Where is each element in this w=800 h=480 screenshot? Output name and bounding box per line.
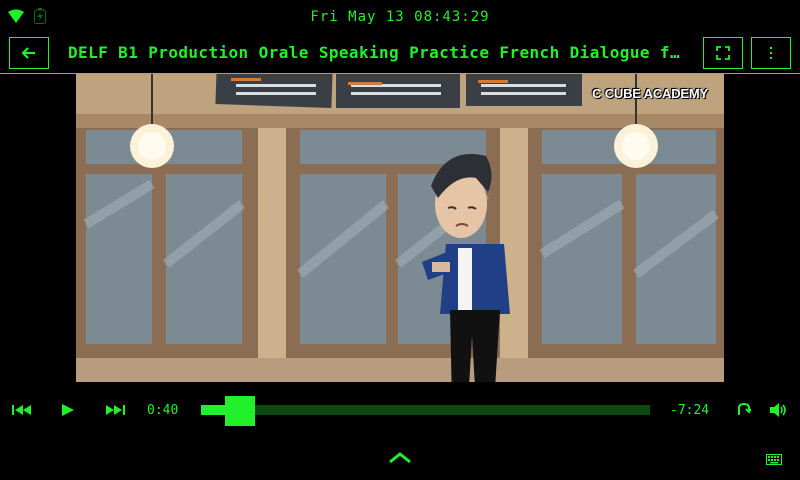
skip-next-icon[interactable] [105,405,125,415]
video-title: DELF B1 Production Orale Speaking Practi… [68,43,680,62]
repeat-icon[interactable] [737,403,751,417]
volume-icon[interactable] [770,403,788,417]
seek-bar[interactable] [201,396,650,426]
title-bar: DELF B1 Production Orale Speaking Practi… [0,34,800,74]
player-controls: 0:40 -7:24 [0,394,800,428]
skip-previous-icon[interactable] [12,405,32,415]
arrow-left-icon [22,47,35,59]
status-bar: Fri May 13 08:43:29 [0,0,800,34]
overflow-menu-button[interactable] [751,37,791,69]
channel-watermark: C CUBE ACADEMY [592,86,708,101]
seek-bar-thumb[interactable] [224,396,255,426]
back-button[interactable] [9,37,49,69]
play-icon[interactable] [62,404,74,416]
keyboard-icon[interactable] [766,454,782,465]
more-vertical-icon [770,47,772,59]
fullscreen-icon [716,46,730,60]
fullscreen-button[interactable] [703,37,743,69]
elapsed-time: 0:40 [147,403,179,418]
chevron-up-icon[interactable] [388,452,412,464]
remaining-time: -7:24 [670,403,710,418]
video-frame[interactable]: C CUBE ACADEMY [76,74,724,382]
video-scene-image [76,74,724,382]
status-clock: Fri May 13 08:43:29 [310,9,490,25]
